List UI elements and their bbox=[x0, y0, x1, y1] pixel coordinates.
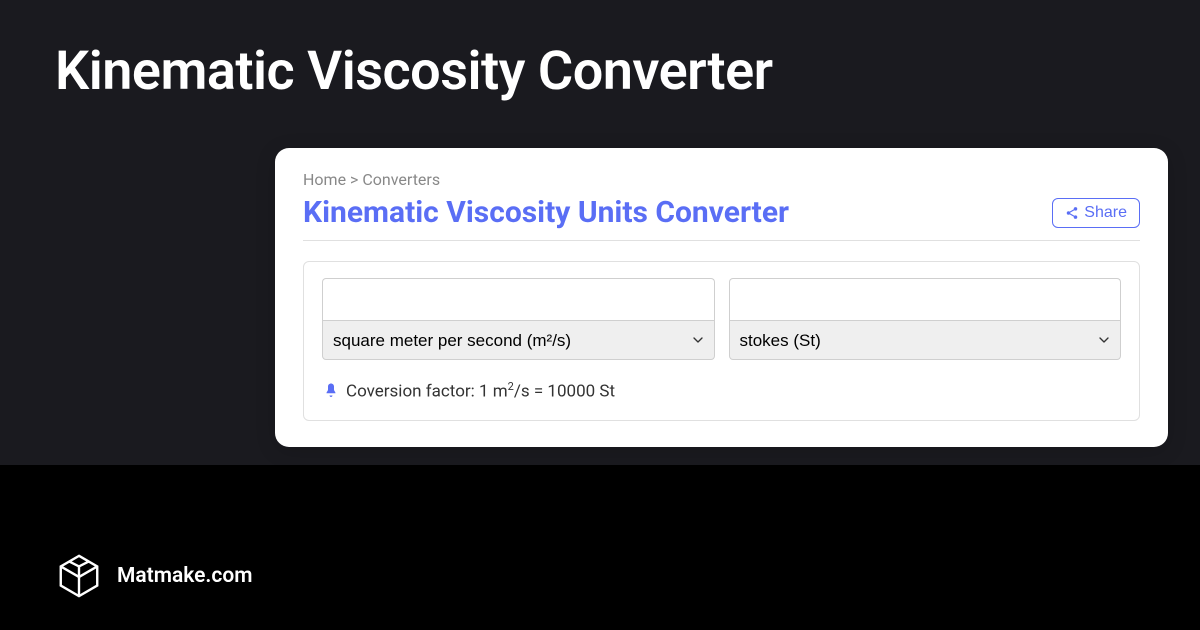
logo-icon bbox=[55, 552, 103, 600]
background-bottom-strip bbox=[0, 465, 1200, 630]
share-button[interactable]: Share bbox=[1052, 198, 1140, 228]
conversion-factor-row: Coversion factor: 1 m2/s = 10000 St bbox=[322, 380, 1121, 402]
share-icon bbox=[1065, 206, 1079, 220]
bell-icon bbox=[322, 382, 340, 400]
card-title: Kinematic Viscosity Units Converter bbox=[303, 195, 789, 230]
card-header-row: Kinematic Viscosity Units Converter Shar… bbox=[303, 195, 1140, 230]
to-column: stokes (St) bbox=[729, 278, 1122, 360]
converter-box: square meter per second (m²/s) stokes (S… bbox=[303, 261, 1140, 421]
to-value-input[interactable] bbox=[729, 278, 1122, 320]
divider bbox=[303, 240, 1140, 241]
from-value-input[interactable] bbox=[322, 278, 715, 320]
conversion-factor-text: Coversion factor: 1 m2/s = 10000 St bbox=[346, 380, 615, 402]
inputs-row: square meter per second (m²/s) stokes (S… bbox=[322, 278, 1121, 360]
page-title: Kinematic Viscosity Converter bbox=[0, 0, 1200, 103]
from-column: square meter per second (m²/s) bbox=[322, 278, 715, 360]
from-unit-select[interactable]: square meter per second (m²/s) bbox=[322, 320, 715, 360]
brand-name: Matmake.com bbox=[117, 564, 252, 588]
breadcrumb-separator: > bbox=[350, 170, 358, 189]
share-label: Share bbox=[1084, 204, 1127, 222]
breadcrumb-home[interactable]: Home bbox=[303, 170, 346, 189]
converter-card: Home > Converters Kinematic Viscosity Un… bbox=[275, 148, 1168, 447]
breadcrumb: Home > Converters bbox=[303, 170, 1140, 189]
to-unit-select[interactable]: stokes (St) bbox=[729, 320, 1122, 360]
breadcrumb-current[interactable]: Converters bbox=[362, 170, 440, 189]
footer: Matmake.com bbox=[55, 552, 252, 600]
